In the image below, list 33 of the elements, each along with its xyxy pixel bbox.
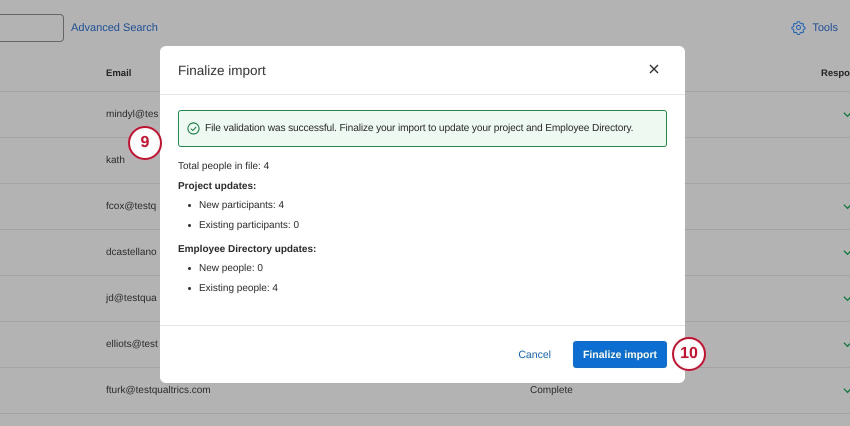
dialog-title: Finalize import [178, 62, 266, 78]
cancel-button[interactable]: Cancel [510, 342, 559, 366]
summary-text: Total people in file: 4 [178, 161, 270, 172]
alert-message: File validation was successful. Finalize your import to update your project and Employee Directory. [205, 123, 634, 134]
table-cell: fturk@testqualtrics.com [106, 385, 211, 396]
list-item: Existing participants: 0 [199, 220, 300, 230]
table-cell: dcastellano [106, 247, 157, 258]
tools-button[interactable]: Tools [791, 20, 838, 35]
table-cell: jd@testqua [106, 293, 157, 304]
section-heading: Project updates: [178, 181, 258, 192]
column-header: Respo [820, 68, 850, 78]
list-item: New people: 0 [199, 262, 263, 274]
bullet-icon [188, 224, 191, 226]
check-circle-icon [187, 122, 200, 135]
close-icon [649, 64, 659, 74]
bullet-icon [188, 204, 191, 206]
bullet-icon [188, 266, 191, 270]
step-number-badge: 9 [128, 126, 162, 160]
table-cell: Complete [530, 385, 573, 396]
close-button[interactable] [649, 64, 661, 76]
list-item: New participants: 4 [199, 200, 284, 210]
table-cell: fcox@testq [106, 201, 156, 212]
section-heading: Employee Directory updates: [178, 244, 318, 255]
bullet-icon [188, 286, 191, 290]
table-cell: elliots@test [106, 339, 158, 350]
table-cell: mindyl@tes [106, 109, 158, 120]
settings-icon [791, 20, 806, 35]
search-field[interactable] [0, 14, 64, 42]
advanced-search-link[interactable]: Advanced Search [71, 22, 158, 34]
table-cell: kath [106, 155, 125, 166]
list-item: Existing people: 4 [199, 282, 278, 294]
column-header: Email [106, 68, 132, 78]
finalize-import-button[interactable]: Finalize import [573, 341, 667, 368]
